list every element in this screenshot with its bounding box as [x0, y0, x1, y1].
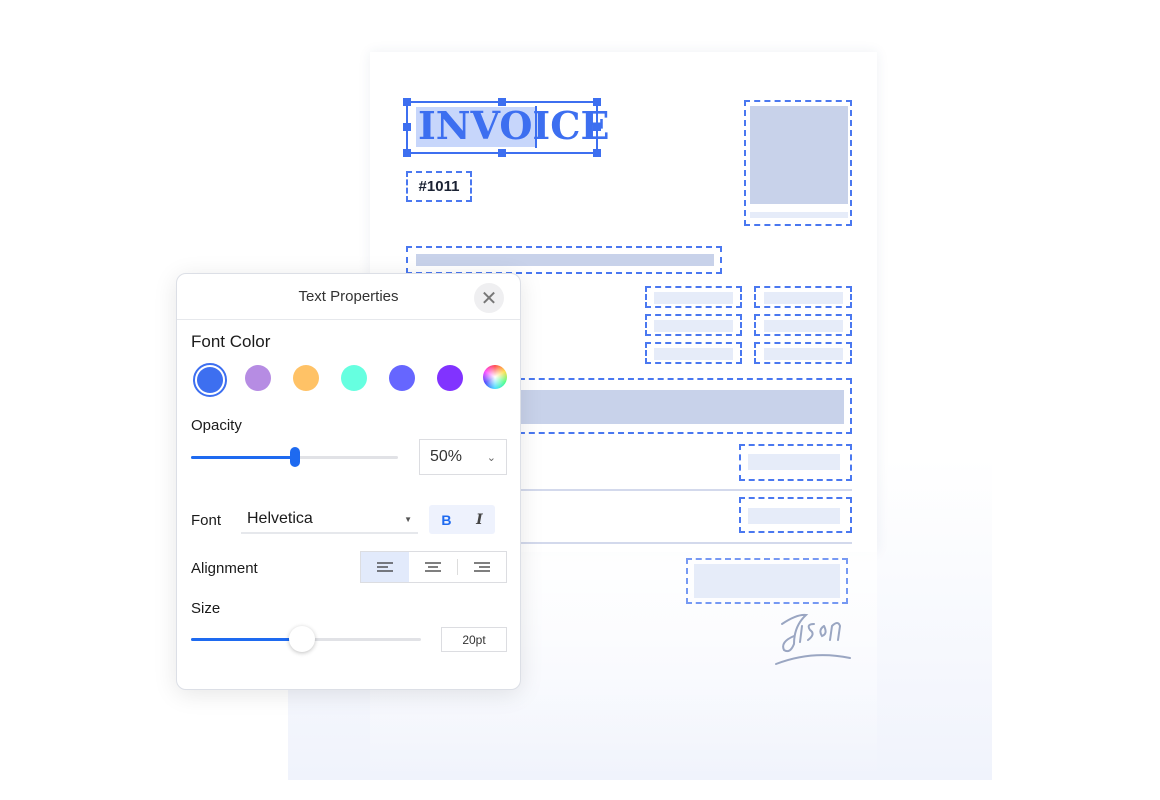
resize-handle[interactable] — [403, 149, 411, 157]
size-slider-handle[interactable] — [289, 626, 315, 652]
placeholder — [764, 320, 843, 332]
alignment-group — [360, 551, 507, 583]
font-color-label: Font Color — [191, 332, 271, 351]
size-label: Size — [191, 600, 221, 617]
close-button[interactable]: ✕ — [474, 283, 504, 313]
opacity-dropdown[interactable]: 50% ⌄ — [419, 439, 507, 475]
italic-button[interactable]: I — [476, 512, 483, 528]
size-slider-fill — [191, 638, 303, 641]
align-left-button[interactable] — [361, 552, 409, 582]
divider — [500, 489, 852, 491]
selection-box[interactable] — [406, 101, 598, 154]
panel-title: Text Properties — [298, 288, 399, 305]
resize-handle[interactable] — [593, 123, 601, 131]
color-swatch-aqua[interactable] — [341, 365, 367, 391]
opacity-value: 50% — [430, 448, 463, 465]
bold-button[interactable]: B — [441, 512, 451, 528]
resize-handle[interactable] — [403, 123, 411, 131]
size-input[interactable]: 20pt — [441, 627, 507, 652]
align-right-button[interactable] — [458, 552, 506, 582]
logo-placeholder — [750, 106, 848, 204]
opacity-slider-handle[interactable] — [290, 447, 300, 467]
align-left-icon — [377, 562, 393, 572]
placeholder — [748, 454, 840, 470]
placeholder — [694, 564, 840, 598]
resize-handle[interactable] — [498, 98, 506, 106]
placeholder — [748, 508, 840, 524]
align-center-button[interactable] — [409, 552, 457, 582]
color-swatch-periwinkle[interactable] — [389, 365, 415, 391]
resize-handle[interactable] — [593, 149, 601, 157]
font-select[interactable]: Helvetica ▼ — [241, 506, 418, 534]
opacity-label: Opacity — [191, 417, 242, 434]
color-swatch-selected[interactable] — [193, 363, 227, 397]
align-center-icon — [425, 562, 441, 572]
color-swatch-lavender[interactable] — [245, 365, 271, 391]
opacity-slider-fill — [191, 456, 295, 459]
resize-handle[interactable] — [498, 149, 506, 157]
color-swatch-purple[interactable] — [437, 365, 463, 391]
invoice-number[interactable]: #1011 — [406, 171, 472, 202]
resize-handle[interactable] — [593, 98, 601, 106]
close-icon: ✕ — [480, 287, 498, 310]
alignment-label: Alignment — [191, 560, 258, 577]
divider — [500, 542, 852, 544]
color-swatch-blue — [197, 367, 223, 393]
text-style-group: B I — [429, 505, 495, 534]
signature — [775, 613, 851, 665]
font-label: Font — [191, 512, 222, 529]
placeholder — [654, 348, 733, 360]
custom-color-wheel-icon[interactable] — [483, 365, 507, 389]
size-value: 20pt — [462, 632, 486, 647]
chevron-down-icon: ⌄ — [486, 451, 496, 464]
font-value: Helvetica — [247, 510, 313, 527]
logo-caption-placeholder — [750, 212, 848, 218]
placeholder — [654, 320, 733, 332]
align-right-icon — [474, 562, 490, 572]
text-properties-panel: Text Properties ✕ Font Color Opacity 50%… — [176, 273, 521, 690]
placeholder — [654, 292, 733, 304]
caret-down-icon: ▼ — [404, 514, 412, 524]
placeholder — [764, 292, 843, 304]
resize-handle[interactable] — [403, 98, 411, 106]
panel-header: Text Properties — [177, 274, 520, 320]
placeholder — [764, 348, 843, 360]
address-placeholder — [416, 254, 714, 266]
color-swatch-orange[interactable] — [293, 365, 319, 391]
